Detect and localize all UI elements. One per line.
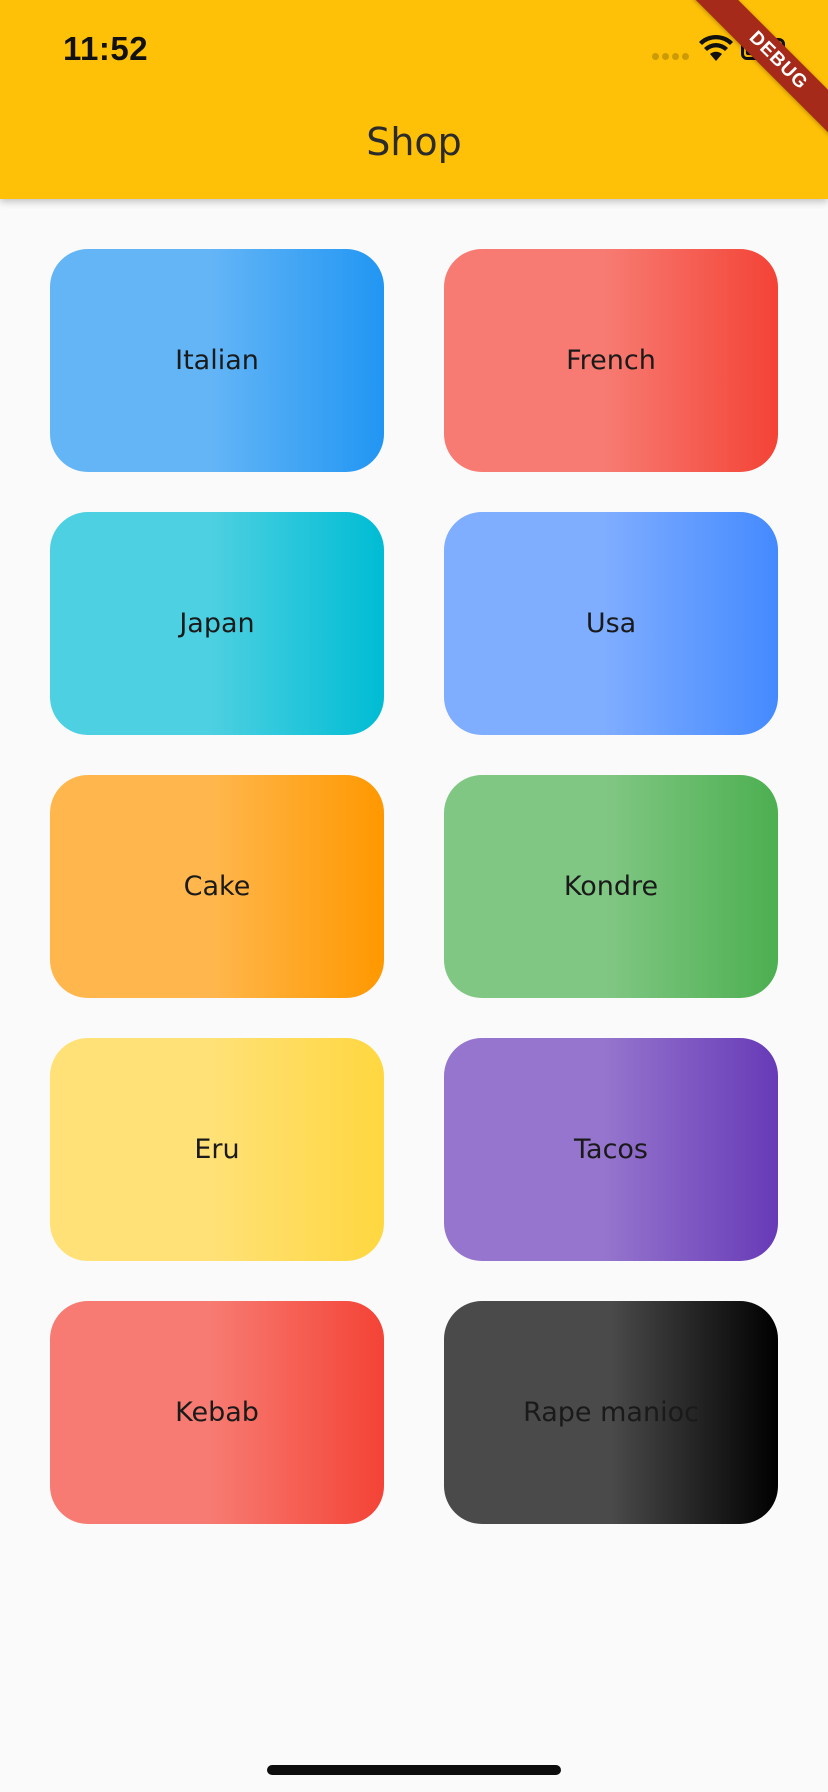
category-tile-cake[interactable]: Cake xyxy=(50,775,384,998)
category-tile-tacos[interactable]: Tacos xyxy=(444,1038,778,1261)
page-title: Shop xyxy=(366,120,462,164)
category-label: Rape manioc xyxy=(523,1397,699,1428)
category-label: Kondre xyxy=(563,871,659,902)
category-label: Tacos xyxy=(574,1134,648,1165)
category-tile-french[interactable]: French xyxy=(444,249,778,472)
category-tile-eru[interactable]: Eru xyxy=(50,1038,384,1261)
home-indicator[interactable] xyxy=(267,1765,561,1775)
cellular-signal-icon xyxy=(652,53,689,60)
category-tile-kebab[interactable]: Kebab xyxy=(50,1301,384,1524)
category-label: Italian xyxy=(175,345,259,376)
category-label: Japan xyxy=(179,608,255,639)
category-tile-kondre[interactable]: Kondre xyxy=(444,775,778,998)
wifi-icon xyxy=(699,34,733,61)
category-tile-usa[interactable]: Usa xyxy=(444,512,778,735)
category-label: Usa xyxy=(585,608,637,639)
status-time: 11:52 xyxy=(63,30,149,67)
app-bar: 11:52 DEBUG Shop xyxy=(0,0,828,199)
category-grid: Italian French Japan Usa Cake Kondre Eru… xyxy=(50,249,778,1524)
category-tile-japan[interactable]: Japan xyxy=(50,512,384,735)
category-tile-rape-manioc[interactable]: Rape manioc xyxy=(444,1301,778,1524)
category-label: Cake xyxy=(183,871,251,902)
category-label: Kebab xyxy=(175,1397,259,1428)
category-label: French xyxy=(566,345,656,376)
category-tile-italian[interactable]: Italian xyxy=(50,249,384,472)
category-label: Eru xyxy=(194,1134,240,1165)
